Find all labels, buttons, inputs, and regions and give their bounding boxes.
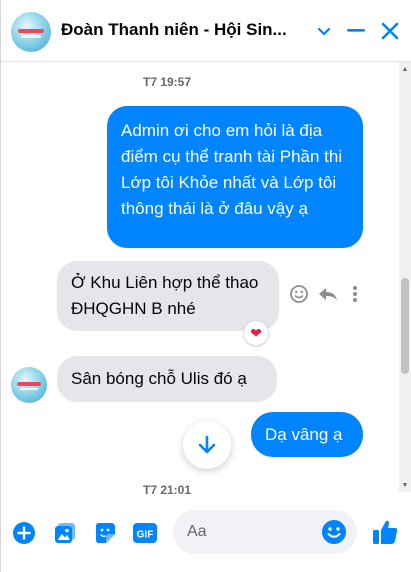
chevron-down-icon[interactable] bbox=[311, 18, 337, 44]
arrow-down-icon bbox=[198, 435, 216, 454]
gif-icon[interactable]: GIF bbox=[132, 520, 158, 546]
scrollbar-thumb[interactable] bbox=[401, 278, 409, 374]
outgoing-message[interactable]: Admin ơi cho em hỏi là địa điểm cụ thể t… bbox=[107, 106, 363, 248]
outgoing-message[interactable]: Dạ vâng ạ bbox=[251, 412, 363, 457]
emoji-react-icon[interactable] bbox=[289, 284, 309, 309]
heart-reaction-icon[interactable]: ❤ bbox=[244, 321, 268, 345]
thumbs-up-icon[interactable] bbox=[371, 518, 399, 546]
emoji-icon[interactable] bbox=[321, 519, 347, 545]
conversation-title[interactable]: Đoàn Thanh niên - Hội Sin... bbox=[61, 20, 301, 40]
incoming-message[interactable]: Sân bóng chỗ Ulis đó ạ bbox=[57, 356, 277, 402]
plus-icon[interactable] bbox=[11, 520, 37, 546]
scroll-up-arrow-icon[interactable]: ▲ bbox=[401, 64, 409, 74]
sticker-icon[interactable] bbox=[92, 520, 118, 546]
composer-bar: GIF bbox=[1, 500, 411, 572]
minimize-icon[interactable] bbox=[343, 18, 369, 44]
close-icon[interactable] bbox=[377, 18, 403, 44]
chat-header: Đoàn Thanh niên - Hội Sin... bbox=[1, 0, 411, 62]
sender-avatar[interactable] bbox=[11, 367, 47, 403]
message-input[interactable] bbox=[173, 510, 327, 554]
timestamp: T7 21:01 bbox=[142, 483, 192, 497]
svg-text:GIF: GIF bbox=[137, 530, 154, 541]
scrollbar-track[interactable] bbox=[399, 62, 411, 492]
timestamp: T7 19:57 bbox=[142, 75, 192, 89]
chat-window: Đoàn Thanh niên - Hội Sin... ▲ ▼ T7 19:5… bbox=[0, 0, 411, 572]
photo-icon[interactable] bbox=[52, 520, 78, 546]
group-avatar[interactable] bbox=[11, 12, 51, 52]
scroll-to-bottom-button[interactable] bbox=[183, 421, 231, 469]
message-actions bbox=[289, 284, 363, 308]
message-input-box[interactable] bbox=[173, 510, 357, 554]
incoming-message[interactable]: Ở Khu Liên hợp thể thao ĐHQGHN B nhé bbox=[57, 261, 279, 331]
more-options-icon[interactable] bbox=[347, 284, 363, 309]
reply-icon[interactable] bbox=[317, 285, 339, 308]
scroll-down-arrow-icon[interactable]: ▼ bbox=[401, 480, 409, 490]
